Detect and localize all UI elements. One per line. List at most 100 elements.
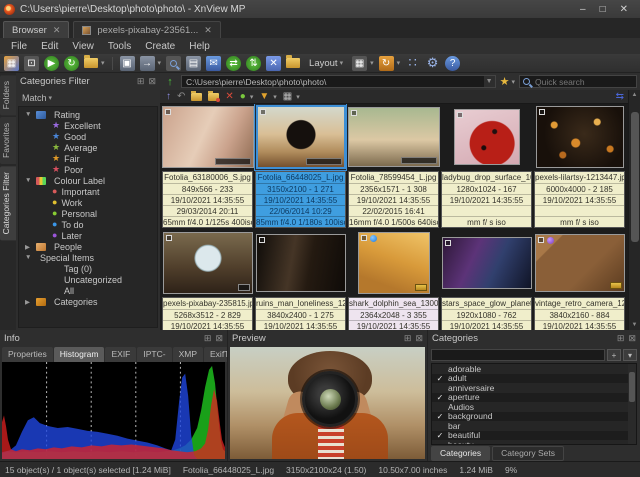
thumbnail-image[interactable] [258, 107, 344, 167]
scrollbar-thumb[interactable] [631, 112, 639, 242]
menu-edit[interactable]: Edit [34, 41, 65, 52]
back-icon[interactable]: ↶ [177, 92, 185, 102]
layout-dropdown[interactable]: Layout ▾ [305, 58, 347, 69]
thumbnail-cell[interactable]: Fotolia_78599454_L.jpg 2356x1571 - 1 308… [348, 104, 439, 228]
category-row[interactable]: anniversaire [432, 383, 636, 393]
thumbnail-image[interactable] [443, 238, 531, 288]
favorites-star-icon[interactable]: ★ [500, 75, 510, 88]
view-mode-icon[interactable]: ▦ [283, 92, 292, 102]
tree-item[interactable]: ★ Poor [19, 164, 157, 175]
tab-close-icon[interactable]: ✕ [204, 25, 212, 36]
path-combo[interactable]: ▼ [181, 75, 496, 88]
quick-search-box[interactable] [519, 75, 637, 88]
match-dropdown[interactable]: Match [22, 93, 47, 103]
mail-icon[interactable]: ✉ [206, 56, 221, 71]
scroll-down-icon[interactable]: ▼ [629, 320, 640, 330]
dropdown-caret[interactable]: ▾ [397, 59, 401, 67]
thumbnail-checkbox[interactable] [445, 240, 451, 246]
category-row[interactable]: adorable [432, 364, 636, 374]
thumbnail-image[interactable] [536, 235, 624, 291]
folder-properties-icon[interactable] [286, 58, 300, 68]
add-category-button[interactable]: + [607, 349, 621, 361]
go-up-icon[interactable]: ↑ [163, 76, 177, 88]
fullscreen-icon[interactable]: ⊡ [24, 56, 39, 71]
tree-item[interactable]: ★ Average [19, 142, 157, 153]
expander-icon[interactable]: ▼ [25, 111, 32, 118]
dropdown-caret[interactable]: ▾ [158, 59, 162, 67]
thumbnail-cell[interactable]: ladybug_drop_surface_1062... 1280x1024 -… [441, 104, 532, 228]
thumbnail-cell[interactable]: vintage_retro_camera_1285... 3840x2160 -… [534, 230, 625, 330]
dropdown-caret[interactable]: ▾ [250, 93, 254, 101]
menu-help[interactable]: Help [182, 41, 217, 52]
expander-icon[interactable]: ▶ [25, 298, 32, 306]
thumbnail-checkbox[interactable] [539, 109, 545, 115]
move-icon[interactable]: → [140, 56, 155, 71]
delete-file-icon[interactable]: ✕ [225, 92, 233, 102]
tab-browser[interactable]: Browser ✕ [3, 21, 69, 38]
category-row[interactable]: Audios [432, 402, 636, 412]
filter-icon[interactable]: ▼ [259, 92, 269, 102]
tree-item[interactable]: ● Later [19, 230, 157, 241]
tab-exiftool[interactable]: ExifTool [204, 347, 228, 362]
thumbnail-cell[interactable]: pexels-pixabay-235815.jpg 5268x3512 - 2 … [162, 230, 253, 330]
thumbnail-cell[interactable]: shark_dolphin_sea_130038... 2364x2048 - … [348, 230, 439, 330]
category-row[interactable]: bar [432, 421, 636, 431]
category-menu-button[interactable]: ▾ [623, 349, 637, 361]
category-row[interactable]: ✓ background [432, 412, 636, 422]
sort-icon[interactable]: ∷ [405, 56, 420, 71]
tab-xmp[interactable]: XMP [173, 347, 203, 362]
tab-category-sets[interactable]: Category Sets [492, 446, 564, 461]
tree-item[interactable]: ★ Fair [19, 153, 157, 164]
thumbnail-checkbox[interactable] [457, 112, 463, 118]
tree-item[interactable]: ▶ Categories [19, 296, 157, 307]
tab-close-icon[interactable]: ✕ [53, 25, 61, 36]
thumbnail-image[interactable] [537, 107, 623, 167]
tab-image[interactable]: pexels-pixabay-23561... ✕ [73, 21, 220, 38]
menu-view[interactable]: View [65, 41, 101, 52]
close-panel-icon[interactable]: ⊠ [628, 333, 636, 344]
tab-properties[interactable]: Properties [2, 347, 53, 362]
edit-folder-icon[interactable] [208, 93, 219, 101]
refresh-icon[interactable]: ↻ [64, 56, 79, 71]
thumbnail-cell[interactable]: ruins_man_loneliness_12427... 3840x2400 … [255, 230, 346, 330]
search-icon[interactable] [166, 56, 181, 71]
scrollbar-thumb[interactable] [629, 372, 635, 402]
batch-convert-icon[interactable]: ⇅ [246, 56, 261, 71]
expander-icon[interactable]: ▶ [25, 243, 32, 251]
color-label-icon[interactable]: ● [240, 92, 246, 102]
thumbnail-cell[interactable]: stars_space_glow_planet_99... 1920x1080 … [441, 230, 532, 330]
minimize-button[interactable]: – [580, 4, 586, 15]
category-checkmark[interactable]: ✓ [432, 431, 448, 440]
sidebar-tab-folders[interactable]: Folders [0, 75, 16, 115]
category-row[interactable]: beauty [432, 440, 636, 445]
close-panel-icon[interactable]: ⊠ [215, 333, 223, 344]
detach-panel-icon[interactable]: ⊞ [404, 333, 412, 344]
sidebar-tab-favorites[interactable]: Favorites [0, 117, 16, 164]
category-scrollbar[interactable] [628, 364, 636, 444]
chevron-down-icon[interactable]: ▾ [49, 94, 53, 102]
tab-categories[interactable]: Categories [431, 446, 490, 461]
thumbnail-image[interactable] [257, 235, 345, 291]
thumbnail-image[interactable] [349, 108, 439, 166]
thumbnail-cell[interactable]: Fotolia_66448025_L.jpg 3150x2100 - 1 271… [255, 104, 346, 228]
grid-scrollbar[interactable]: ▲ ▼ [628, 90, 640, 330]
tree-item[interactable]: ▼ Rating [19, 109, 157, 120]
menu-file[interactable]: File [4, 41, 34, 52]
dropdown-caret[interactable]: ▾ [101, 59, 105, 67]
compare-icon[interactable]: ⇆ [616, 92, 624, 102]
dropdown-caret[interactable]: ▾ [370, 59, 374, 67]
chevron-down-icon[interactable]: ▾ [511, 78, 515, 86]
detach-panel-icon[interactable]: ⊞ [204, 333, 212, 344]
tree-item[interactable]: ▼ Special Items [19, 252, 157, 263]
tree-item[interactable]: All [19, 285, 157, 296]
quick-search-input[interactable] [533, 76, 633, 88]
tree-item[interactable]: ▶ People [19, 241, 157, 252]
thumbnail-view-icon[interactable]: ▦ [352, 56, 367, 71]
print-icon[interactable]: ▤ [186, 56, 201, 71]
thumbnail-cell[interactable]: pexels-lilartsy-1213447.jpg 6000x4000 - … [534, 104, 625, 228]
tree-item[interactable]: ★ Good [19, 131, 157, 142]
thumbnail-image[interactable] [163, 107, 253, 167]
thumbnail-checkbox[interactable] [538, 237, 544, 243]
browser-icon[interactable]: ▦ [4, 56, 19, 71]
category-checkmark[interactable]: ✓ [432, 374, 448, 383]
